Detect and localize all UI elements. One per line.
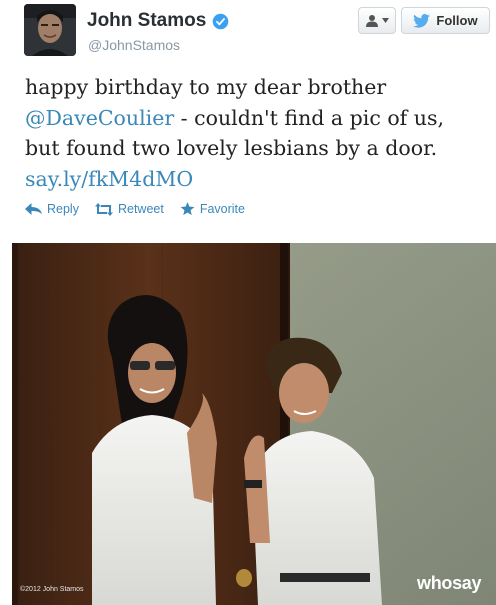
shortened-url-link[interactable]: say.ly/fkM4dMO <box>25 167 193 191</box>
avatar[interactable] <box>24 4 76 56</box>
follow-button[interactable]: Follow <box>401 7 490 34</box>
verified-badge-icon <box>213 13 229 29</box>
reply-label: Reply <box>47 202 79 216</box>
retweet-label: Retweet <box>117 202 164 216</box>
favorite-action[interactable]: Favorite <box>180 202 245 216</box>
tweet-text-before-mention: happy birthday to my dear brother <box>25 75 387 99</box>
tweet-actions: Reply Retweet Favorite <box>25 202 245 216</box>
mention-link[interactable]: @DaveCoulier <box>25 106 174 130</box>
tweet-photo[interactable]: ©2012 John Stamos whosay <box>12 243 496 605</box>
tweet-text: happy birthday to my dear brother @DaveCo… <box>25 72 485 194</box>
retweet-action[interactable]: Retweet <box>94 202 164 216</box>
caret-down-icon <box>382 18 389 23</box>
author-name-row[interactable]: John Stamos <box>87 10 229 32</box>
retweet-icon <box>94 202 113 216</box>
favorite-label: Favorite <box>199 202 245 216</box>
star-icon <box>180 202 195 216</box>
author-name[interactable]: John Stamos <box>87 10 206 32</box>
avatar-image <box>24 4 76 56</box>
person-icon <box>366 14 378 27</box>
reply-arrow-icon <box>25 203 42 215</box>
photo-copyright: ©2012 John Stamos <box>20 586 84 593</box>
follow-button-label: Follow <box>436 13 478 28</box>
twitter-bird-icon <box>413 13 431 28</box>
reply-action[interactable]: Reply <box>25 202 79 216</box>
author-handle[interactable]: @JohnStamos <box>88 37 180 53</box>
photo-image <box>12 243 496 605</box>
whosay-watermark: whosay <box>417 573 482 593</box>
user-actions-dropdown-button[interactable] <box>358 7 396 34</box>
